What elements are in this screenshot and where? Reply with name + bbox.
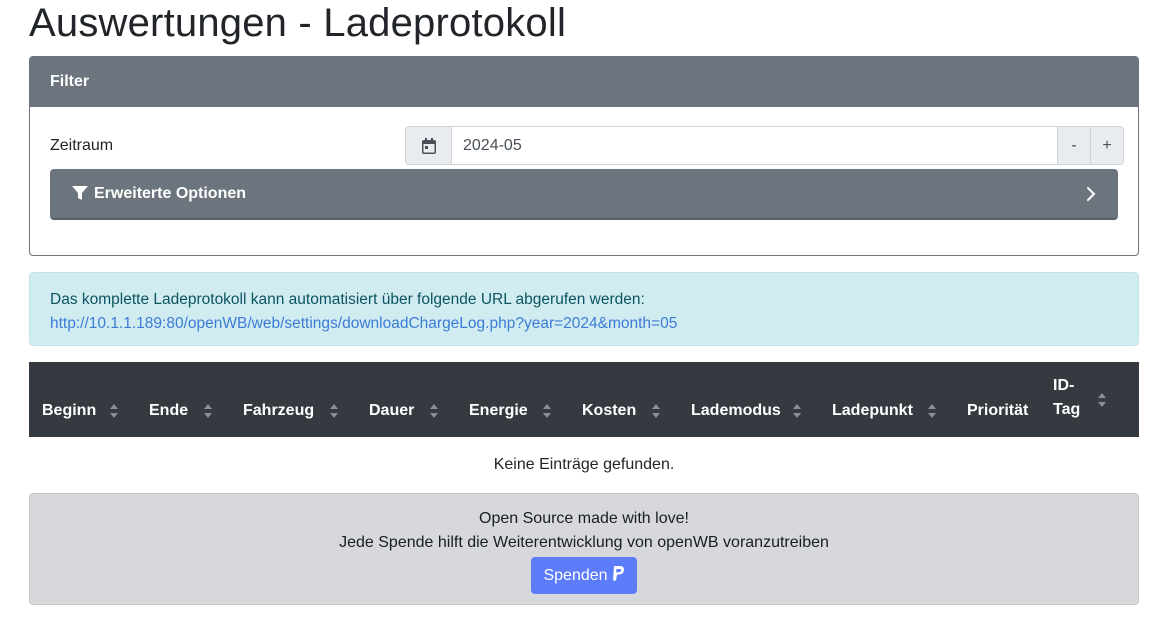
- column-header-ende[interactable]: Ende: [136, 362, 230, 437]
- advanced-options-label: Erweiterte Optionen: [94, 184, 247, 202]
- filter-card: Filter Zeitraum - + Erweiterte Optionen: [29, 56, 1139, 256]
- sort-icon: [543, 362, 551, 437]
- column-header-id-tag[interactable]: ID- Tag: [1041, 362, 1139, 437]
- column-header-lademodus[interactable]: Lademodus: [678, 362, 819, 437]
- sort-icon: [1098, 362, 1106, 437]
- download-url-link[interactable]: http://10.1.1.189:80/openWB/web/settings…: [50, 315, 677, 332]
- empty-table-message: Keine Einträge gefunden.: [493, 456, 675, 473]
- zeitraum-input-group: - +: [405, 126, 1124, 165]
- paypal-icon: [612, 565, 625, 586]
- charge-log-url-info: Das komplette Ladeprotokoll kann automat…: [29, 272, 1139, 346]
- sort-icon: [793, 362, 801, 437]
- sort-icon: [928, 362, 936, 437]
- filter-card-header: Filter: [30, 57, 1138, 107]
- donate-button-label: Spenden: [543, 566, 608, 584]
- info-text: Das komplette Ladeprotokoll kann automat…: [50, 291, 645, 308]
- charge-log-table: Beginn Ende Fahrzeug Dauer Energie Koste…: [29, 362, 1139, 493]
- page-title: Auswertungen - Ladeprotokoll: [29, 1, 567, 45]
- column-header-ladepunkt[interactable]: Ladepunkt: [819, 362, 954, 437]
- column-header-dauer[interactable]: Dauer: [356, 362, 456, 437]
- calendar-icon[interactable]: [406, 127, 452, 164]
- decrement-month-button[interactable]: -: [1057, 127, 1090, 164]
- donation-footer: Open Source made with love! Jede Spende …: [29, 493, 1139, 605]
- sort-icon: [204, 362, 212, 437]
- sort-icon: [430, 362, 438, 437]
- column-header-energie[interactable]: Energie: [456, 362, 569, 437]
- zeitraum-input[interactable]: [452, 127, 1057, 164]
- advanced-options-toggle[interactable]: Erweiterte Optionen: [50, 169, 1118, 220]
- table-header: Beginn Ende Fahrzeug Dauer Energie Koste…: [29, 362, 1139, 437]
- footer-line-1: Open Source made with love!: [479, 510, 689, 527]
- sort-icon: [110, 362, 118, 437]
- column-header-beginn[interactable]: Beginn: [29, 362, 136, 437]
- column-header-kosten[interactable]: Kosten: [569, 362, 678, 437]
- sort-icon: [652, 362, 660, 437]
- filter-card-body: Zeitraum - + Erweiterte Optionen: [30, 107, 1138, 255]
- footer-line-2: Jede Spende hilft die Weiterentwicklung …: [339, 534, 829, 551]
- column-header-fahrzeug[interactable]: Fahrzeug: [230, 362, 356, 437]
- sort-icon: [330, 362, 338, 437]
- filter-icon: [72, 186, 88, 201]
- zeitraum-label: Zeitraum: [50, 137, 114, 154]
- column-header-prioritaet: Priorität: [967, 402, 1029, 419]
- chevron-right-icon: [1086, 186, 1096, 202]
- donate-button[interactable]: Spenden: [531, 557, 637, 594]
- increment-month-button[interactable]: +: [1090, 127, 1123, 164]
